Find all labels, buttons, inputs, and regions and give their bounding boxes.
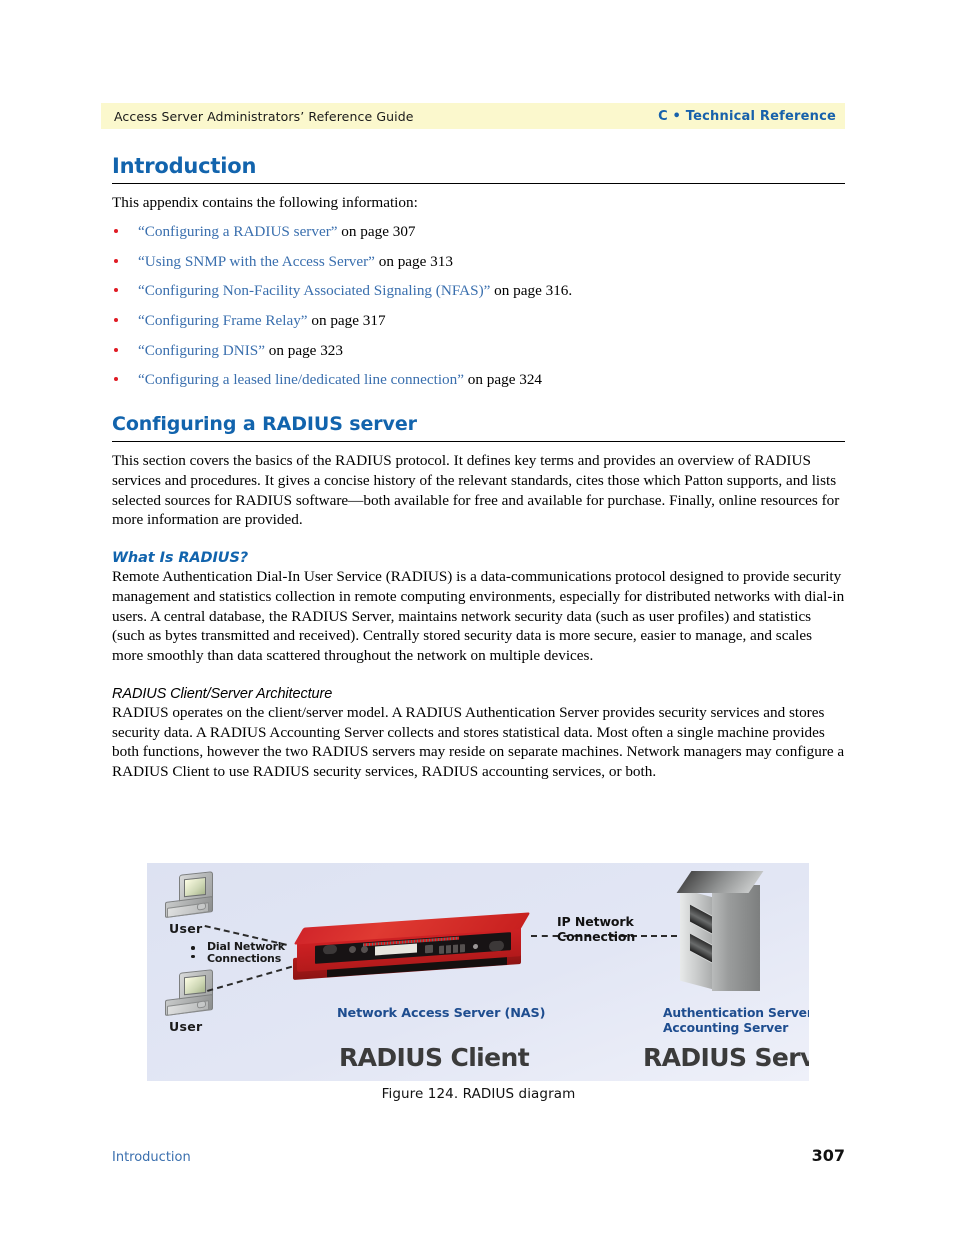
page-footer: Introduction 307 <box>112 1146 845 1165</box>
cross-reference-link-2[interactable]: “Configuring Non-Facility Associated Sig… <box>138 282 490 299</box>
workstation-icon <box>165 969 219 1019</box>
label-radius-server: RADIUS Server <box>643 1043 809 1072</box>
cross-reference-link-5[interactable]: “Configuring a leased line/dedicated lin… <box>138 371 464 388</box>
label-dial-line2: Connections <box>207 952 282 966</box>
section-heading-radius: Configuring a RADIUS server <box>112 413 417 436</box>
running-header: Access Server Administrators’ Reference … <box>101 103 845 129</box>
cross-reference-tail-2: on page 316. <box>490 282 573 300</box>
list-item: “Configuring Non-Facility Associated Sig… <box>112 282 845 300</box>
dial-connector-bottom <box>207 965 293 992</box>
bullet-icon <box>114 228 118 233</box>
label-user-bottom: User <box>169 1019 203 1034</box>
cross-reference-link-4[interactable]: “Configuring DNIS” <box>138 342 265 359</box>
list-item: “Configuring a RADIUS server” on page 30… <box>112 223 845 241</box>
footer-page-number: 307 <box>811 1146 845 1165</box>
what-is-radius-paragraph: Remote Authentication Dial-In User Servi… <box>112 568 845 665</box>
screen-shape <box>184 876 206 898</box>
cross-reference-link-1[interactable]: “Using SNMP with the Access Server” <box>138 253 375 270</box>
running-header-left-text: Access Server Administrators’ Reference … <box>114 108 414 124</box>
diagram-canvas: User User Dial Network Connections Netwo… <box>147 863 809 1081</box>
nas-rj45-console <box>425 944 433 954</box>
page-title: Introduction <box>112 154 257 178</box>
cross-reference-list: “Configuring a RADIUS server” on page 30… <box>112 223 845 390</box>
bullet-icon <box>114 288 118 293</box>
bullet-icon <box>114 377 118 382</box>
label-user-top: User <box>169 921 203 936</box>
label-radius-client: RADIUS Client <box>339 1043 530 1072</box>
intro-lead-paragraph: This appendix contains the following inf… <box>112 194 418 212</box>
label-dial-network-connections: Dial Network Connections <box>207 940 285 966</box>
title-divider <box>112 183 845 185</box>
cross-reference-tail-4: on page 323 <box>264 341 343 359</box>
label-authentication-accounting-server: Authentication Server Accounting Server <box>663 1006 809 1036</box>
list-item: “Using SNMP with the Access Server” on p… <box>112 253 845 271</box>
tower-front-face <box>680 888 718 990</box>
screen-shape <box>184 974 206 996</box>
running-header-right-text: C • Technical Reference <box>658 108 836 124</box>
workstation-icon <box>165 871 219 921</box>
list-item: “Configuring Frame Relay” on page 317 <box>112 312 845 330</box>
cross-reference-tail-3: on page 317 <box>307 312 386 329</box>
tower-top-face <box>676 871 764 893</box>
content-column: Introduction This appendix contains the … <box>112 155 845 792</box>
server-tower-icon <box>674 871 766 1001</box>
label-auth-line1: Authentication Server <box>663 1006 809 1020</box>
bullet-icon <box>114 318 118 322</box>
bullet-icon <box>114 347 118 352</box>
subheading-what-is-radius: What Is RADIUS? <box>112 550 249 567</box>
label-ip-line2: Connection <box>557 928 636 944</box>
cross-reference-tail-5: on page 324 <box>463 371 543 389</box>
bullet-icon <box>114 258 118 263</box>
label-network-access-server: Network Access Server (NAS) <box>337 1006 546 1021</box>
cross-reference-tail-0: on page 307 <box>337 222 416 240</box>
list-item: “Configuring DNIS” on page 323 <box>112 342 845 360</box>
section-divider <box>112 441 845 443</box>
cross-reference-link-3[interactable]: “Configuring Frame Relay” <box>138 312 308 329</box>
label-ip-line1: IP Network <box>557 914 634 929</box>
rackmount-router-icon <box>293 912 531 982</box>
radius-diagram-figure: User User Dial Network Connections Netwo… <box>147 863 809 1081</box>
architecture-paragraph: RADIUS operates on the client/server mod… <box>112 703 845 781</box>
radius-intro-paragraph: This section covers the basics of the RA… <box>112 452 840 529</box>
figure-caption: Figure 124. RADIUS diagram <box>381 1086 576 1102</box>
label-ip-network-connection: IP Network Connection <box>557 914 636 945</box>
label-dial-line1: Dial Network <box>207 940 285 953</box>
cross-reference-link-0[interactable]: “Configuring a RADIUS server” <box>138 223 338 240</box>
document-page: Access Server Administrators’ Reference … <box>0 0 954 1235</box>
vertical-ellipsis-icon <box>191 946 196 963</box>
list-item: “Configuring a leased line/dedicated lin… <box>112 371 845 389</box>
tower-side-face <box>712 885 760 991</box>
subheading-client-server-architecture: RADIUS Client/Server Architecture <box>112 685 333 702</box>
footer-section-link[interactable]: Introduction <box>112 1150 191 1165</box>
cross-reference-tail-1: on page 313 <box>374 252 453 270</box>
label-auth-line2: Accounting Server <box>663 1021 789 1035</box>
